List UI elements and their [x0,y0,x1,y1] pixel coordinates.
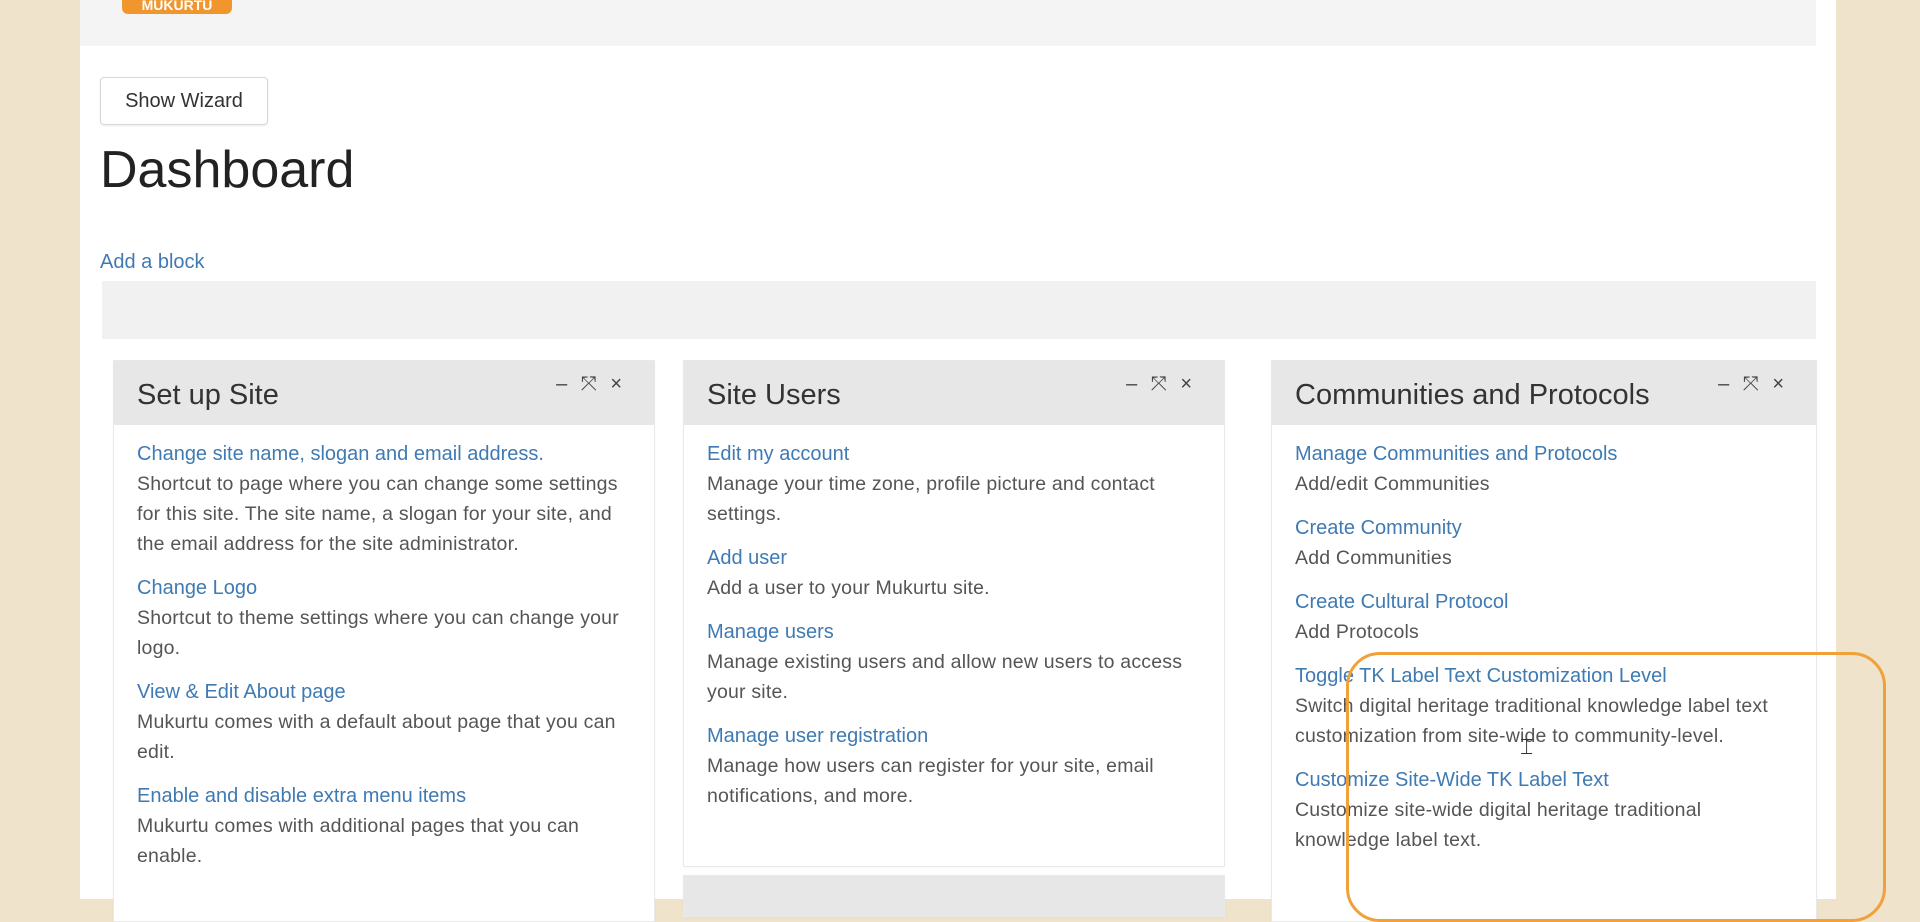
top-bar: MUKURTU [80,0,1816,46]
add-user-link[interactable]: Add user [707,543,1201,573]
item-description: Add Protocols [1295,621,1419,643]
toggle-tk-label-link[interactable]: Toggle TK Label Text Customization Level [1295,661,1793,691]
edit-my-account-link[interactable]: Edit my account [707,439,1201,469]
block-controls: – ⤧ × [1126,373,1196,396]
minimize-icon[interactable]: – [1126,373,1141,395]
list-item: Customize Site-Wide TK Label Text Custom… [1295,765,1793,855]
customize-tk-label-link[interactable]: Customize Site-Wide TK Label Text [1295,765,1793,795]
page-container: MUKURTU Show Wizard Dashboard Add a bloc… [80,0,1886,922]
list-item: Manage user registration Manage how user… [707,721,1201,811]
block-communities-protocols: Communities and Protocols – ⤧ × Manage C… [1272,361,1816,921]
close-icon[interactable]: × [1180,373,1196,395]
item-description: Customize site-wide digital heritage tra… [1295,799,1702,851]
show-wizard-button[interactable]: Show Wizard [100,77,268,125]
view-edit-about-link[interactable]: View & Edit About page [137,677,631,707]
list-item: Create Community Add Communities [1295,513,1793,573]
list-item: Manage Communities and Protocols Add/edi… [1295,439,1793,499]
item-description: Mukurtu comes with additional pages that… [137,815,580,867]
list-item: Add user Add a user to your Mukurtu site… [707,543,1201,603]
add-block-link[interactable]: Add a block [100,251,205,274]
list-item: View & Edit About page Mukurtu comes wit… [137,677,631,767]
list-item: Manage users Manage existing users and a… [707,617,1201,707]
create-community-link[interactable]: Create Community [1295,513,1793,543]
item-description: Switch digital heritage traditional know… [1295,695,1768,747]
close-icon[interactable]: × [610,373,626,395]
block-site-users: Site Users – ⤧ × Edit my account Manage … [684,361,1224,866]
block-header: Set up Site – ⤧ × [114,361,654,425]
block-controls: – ⤧ × [556,373,626,396]
item-description: Shortcut to page where you can change so… [137,473,618,555]
minimize-icon[interactable]: – [556,373,571,395]
block-partial [684,876,1224,916]
change-logo-link[interactable]: Change Logo [137,573,631,603]
list-item: Change Logo Shortcut to theme settings w… [137,573,631,663]
list-item: Edit my account Manage your time zone, p… [707,439,1201,529]
block-controls: – ⤧ × [1718,373,1788,396]
item-description: Add a user to your Mukurtu site. [707,577,990,599]
change-site-name-link[interactable]: Change site name, slogan and email addre… [137,439,631,469]
manage-user-registration-link[interactable]: Manage user registration [707,721,1201,751]
item-description: Add/edit Communities [1295,473,1490,495]
mouse-cursor-icon: ⌶ [1520,734,1534,759]
block-region-bar [102,281,1816,339]
manage-communities-link[interactable]: Manage Communities and Protocols [1295,439,1793,469]
item-description: Manage how users can register for your s… [707,755,1154,807]
item-description: Manage your time zone, profile picture a… [707,473,1155,525]
block-header: Site Users – ⤧ × [684,361,1224,425]
list-item: Create Cultural Protocol Add Protocols [1295,587,1793,647]
block-body: Change site name, slogan and email addre… [114,425,654,871]
item-description: Add Communities [1295,547,1452,569]
block-body: Manage Communities and Protocols Add/edi… [1272,425,1816,855]
site-logo[interactable]: MUKURTU [122,0,232,14]
block-title: Communities and Protocols [1295,379,1650,411]
block-title: Site Users [707,379,841,411]
list-item: Change site name, slogan and email addre… [137,439,631,559]
block-header: Communities and Protocols – ⤧ × [1272,361,1816,425]
list-item: Toggle TK Label Text Customization Level… [1295,661,1793,751]
enable-menu-items-link[interactable]: Enable and disable extra menu items [137,781,631,811]
item-description: Manage existing users and allow new user… [707,651,1183,703]
create-cultural-protocol-link[interactable]: Create Cultural Protocol [1295,587,1793,617]
move-icon[interactable]: ⤧ [1743,373,1763,395]
block-set-up-site: Set up Site – ⤧ × Change site name, slog… [114,361,654,921]
item-description: Shortcut to theme settings where you can… [137,607,619,659]
block-title: Set up Site [137,379,279,411]
move-icon[interactable]: ⤧ [1151,373,1171,395]
minimize-icon[interactable]: – [1718,373,1733,395]
close-icon[interactable]: × [1772,373,1788,395]
manage-users-link[interactable]: Manage users [707,617,1201,647]
block-body: Edit my account Manage your time zone, p… [684,425,1224,811]
page-title: Dashboard [100,141,355,199]
move-icon[interactable]: ⤧ [581,373,601,395]
list-item: Enable and disable extra menu items Muku… [137,781,631,871]
item-description: Mukurtu comes with a default about page … [137,711,616,763]
